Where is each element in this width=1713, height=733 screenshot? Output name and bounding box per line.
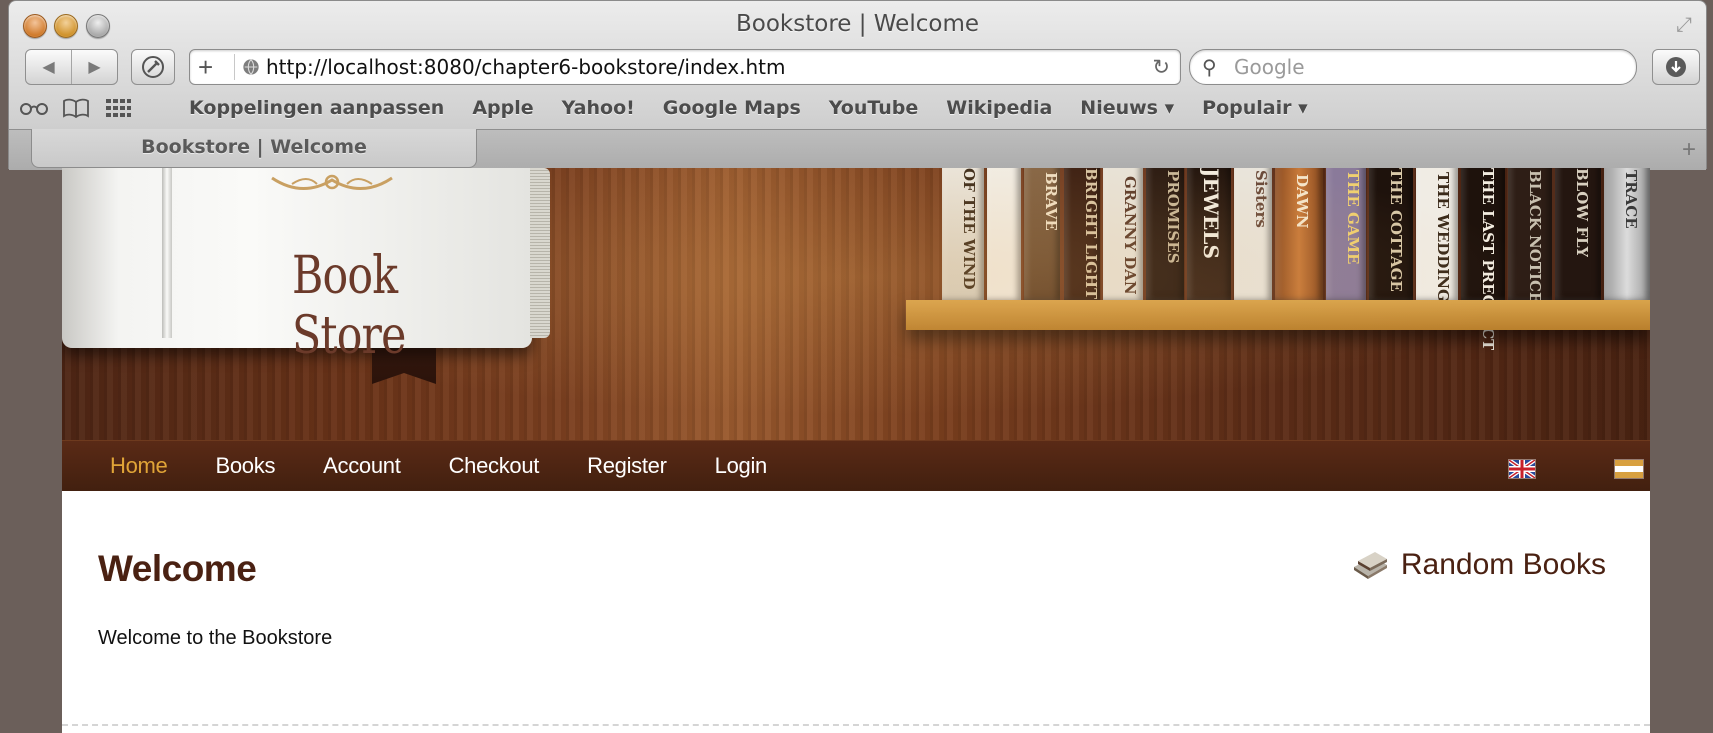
top-sites-grid-icon[interactable] [101,98,135,118]
pen-icon [142,56,164,78]
web-page: Book Store OF THE WIND BRAVE BRIGHT LIGH… [62,168,1650,733]
bookmark-link[interactable]: YouTube [829,97,918,119]
add-bookmark-icon[interactable]: + [198,52,213,82]
random-books-header: Random Books [1351,548,1606,582]
nav-register[interactable]: Register [587,453,667,479]
bookmarks-book-icon[interactable] [59,98,93,118]
window-title: Bookstore | Welcome [736,11,979,37]
globe-icon [243,59,259,75]
book-spine: BLACK NOTICE [1508,168,1552,303]
downloads-button[interactable] [1652,49,1700,85]
book-spine: Sisters [1234,168,1272,300]
nav-home[interactable]: Home [110,453,168,479]
logo-text: Book Store [292,246,406,366]
nav-books[interactable]: Books [216,453,276,479]
bookmark-menu-nieuws[interactable]: Nieuws ▾ [1080,97,1174,119]
nav-login[interactable]: Login [715,453,768,479]
bookmark-menu-populair[interactable]: Populair ▾ [1202,97,1307,119]
tab-bookstore[interactable]: Bookstore | Welcome [31,129,477,168]
book-spine: BRAVE [1024,168,1060,300]
logo-book-image[interactable]: Book Store [62,168,550,366]
bookmark-link[interactable]: Koppelingen aanpassen [189,97,444,119]
forward-icon[interactable]: ▶ [71,50,117,84]
book-spine: DAWN [1275,168,1323,300]
book-spine: OF THE WIND [942,168,984,300]
book-spine: THE COTTAGE [1369,168,1413,300]
new-tab-icon[interactable]: + [1682,136,1696,164]
fullscreen-icon[interactable]: ⤢ [1672,13,1696,37]
book-spine: PROMISES [1146,168,1184,300]
book-spine [987,168,1021,300]
url-text[interactable]: http://localhost:8080/chapter6-bookstore… [266,55,786,79]
bookmark-link[interactable]: Apple [472,97,533,119]
main-navigation: Home Books Account Checkout Register Log… [62,440,1650,491]
page-content: Welcome Welcome to the Bookstore Random … [62,490,1650,733]
book-spine: THE WEDDING [1416,168,1458,302]
book-spine-fold [162,168,172,338]
tab-bar: Bookstore | Welcome + [9,129,1706,170]
book-spine: JEWELS [1187,168,1231,300]
english-flag-icon[interactable] [1508,459,1536,479]
welcome-text: Welcome to the Bookstore [98,627,333,649]
random-books-title: Random Books [1400,548,1606,581]
books-icon [1353,552,1387,579]
nav-menu: Home Books Account Checkout Register Log… [62,441,767,491]
book-spine: BLOW FLY [1555,168,1601,300]
book-spine: GRANNY DAN [1103,168,1143,300]
nav-checkout[interactable]: Checkout [449,453,540,479]
site-header: Book Store OF THE WIND BRAVE BRIGHT LIGH… [62,168,1650,440]
wooden-shelf [906,300,1650,330]
address-bar[interactable]: + http://localhost:8080/chapter6-booksto… [189,49,1181,85]
book-pages-edge [530,168,550,338]
browser-window: Bookstore | Welcome ⤢ ◀ ▶ + http://local… [8,0,1707,170]
book-spine: TRACE [1604,168,1650,300]
back-icon[interactable]: ◀ [26,50,71,84]
search-icon[interactable]: ⚲ [1202,55,1217,80]
book-spine: BRIGHT LIGHT [1064,168,1100,300]
page-title: Welcome [98,548,257,589]
bookmark-link[interactable]: Google Maps [663,97,801,119]
bookmark-link[interactable]: Yahoo! [562,97,635,119]
ornament-icon [271,174,393,190]
search-field[interactable]: ⚲ [1189,49,1637,85]
page-actions-button[interactable] [131,49,175,85]
content-divider [62,724,1650,726]
book-spine: THE GAME [1326,168,1366,300]
reading-list-icon[interactable] [17,100,51,116]
reload-icon[interactable]: ↻ [1152,55,1170,80]
back-forward-buttons: ◀ ▶ [25,49,118,85]
address-separator [234,54,235,80]
dutch-flag-icon[interactable] [1614,459,1644,479]
download-icon [1666,57,1686,77]
nav-account[interactable]: Account [323,453,401,479]
search-input[interactable] [1232,54,1616,80]
book-spine: THE LAST PRECINCT [1461,168,1505,350]
bookmark-link[interactable]: Wikipedia [946,97,1052,119]
bookmarks-bar: Koppelingen aanpassen Apple Yahoo! Googl… [9,93,1706,123]
